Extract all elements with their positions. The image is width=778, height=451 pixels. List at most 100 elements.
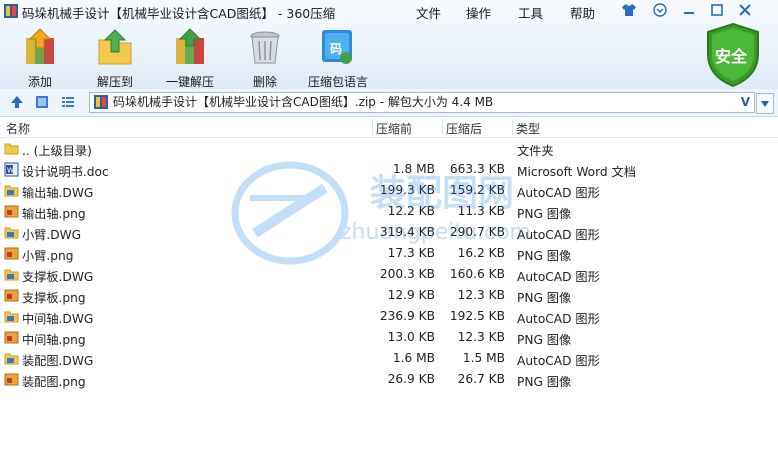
png-image-icon: [4, 247, 19, 260]
menu-operate[interactable]: 操作: [466, 3, 491, 22]
skin-tshirt-icon[interactable]: [619, 2, 639, 18]
file-name: 中间轴.DWG: [22, 312, 94, 326]
list-item[interactable]: 输出轴.DWG 199.3 KB 159.2 KB AutoCAD 图形: [0, 180, 778, 201]
file-type: AutoCAD 图形: [517, 270, 600, 284]
dropdown-arrow-icon[interactable]: [650, 2, 670, 18]
list-item[interactable]: 支撑板.png 12.9 KB 12.3 KB PNG 图像: [0, 285, 778, 306]
file-name: .. (上级目录): [22, 144, 92, 158]
extract-to-button[interactable]: 解压到: [85, 28, 145, 90]
list-item[interactable]: 装配图.png 26.9 KB 26.7 KB PNG 图像: [0, 369, 778, 390]
list-item[interactable]: 小臂.png 17.3 KB 16.2 KB PNG 图像: [0, 243, 778, 264]
file-list: .. (上级目录) 文件夹 W 设计说明书.doc 1.8 MB 663.3 K…: [0, 138, 778, 390]
extract-to-icon: [98, 29, 132, 65]
file-type: PNG 图像: [517, 249, 572, 263]
file-type: AutoCAD 图形: [517, 228, 600, 242]
dwg-file-icon: [4, 311, 19, 323]
one-click-extract-button[interactable]: 一键解压: [160, 28, 220, 90]
svg-text:W: W: [7, 167, 14, 175]
chevron-down-icon: [761, 100, 769, 107]
list-item[interactable]: 中间轴.png 13.0 KB 12.3 KB PNG 图像: [0, 327, 778, 348]
png-image-icon: [4, 373, 19, 386]
app-logo-icon: [4, 4, 18, 18]
delete-label: 删除: [252, 75, 277, 89]
maximize-icon[interactable]: [707, 2, 727, 18]
file-name: 装配图.png: [22, 375, 86, 389]
dwg-file-icon: [4, 353, 19, 365]
up-arrow-icon[interactable]: [9, 94, 25, 110]
file-packed: 160.6 KB: [449, 267, 505, 281]
file-size: 200.3 KB: [379, 267, 435, 281]
column-name[interactable]: 名称: [6, 120, 30, 137]
menu-help[interactable]: 帮助: [570, 3, 595, 22]
menu-tools[interactable]: 工具: [518, 3, 543, 22]
list-item-parent-dir[interactable]: .. (上级目录) 文件夹: [0, 138, 778, 159]
file-type: AutoCAD 图形: [517, 354, 600, 368]
list-item[interactable]: 小臂.DWG 319.4 KB 290.7 KB AutoCAD 图形: [0, 222, 778, 243]
png-image-icon: [4, 331, 19, 344]
path-chevron[interactable]: V: [741, 93, 750, 112]
png-image-icon: [4, 205, 19, 218]
file-name: 支撑板.DWG: [22, 270, 94, 284]
archive-language-button[interactable]: 压缩包语言: [308, 28, 368, 90]
file-size: 26.9 KB: [387, 372, 435, 386]
minimize-icon[interactable]: [679, 2, 699, 18]
word-doc-icon: W: [4, 162, 19, 177]
file-packed: 663.3 KB: [449, 162, 505, 176]
window-title: 码垛机械手设计【机械毕业设计含CAD图纸】 - 360压缩: [22, 6, 336, 21]
file-size: 1.8 MB: [392, 162, 435, 176]
file-type: PNG 图像: [517, 375, 572, 389]
file-type: PNG 图像: [517, 291, 572, 305]
add-label: 添加: [27, 75, 52, 89]
security-badge: 安全: [715, 47, 748, 66]
file-packed: 11.3 KB: [457, 204, 505, 218]
dwg-file-icon: [4, 269, 19, 281]
file-name: 装配图.DWG: [22, 354, 94, 368]
file-size: 319.4 KB: [379, 225, 435, 239]
close-icon[interactable]: [735, 2, 755, 18]
file-name: 支撑板.png: [22, 291, 86, 305]
extract-to-label: 解压到: [96, 75, 133, 89]
file-packed: 290.7 KB: [449, 225, 505, 239]
top-chrome: 码垛机械手设计【机械毕业设计含CAD图纸】 - 360压缩 文件 操作 工具 帮…: [0, 0, 778, 90]
list-item[interactable]: 支撑板.DWG 200.3 KB 160.6 KB AutoCAD 图形: [0, 264, 778, 285]
file-type: Microsoft Word 文档: [517, 165, 636, 179]
list-item[interactable]: W 设计说明书.doc 1.8 MB 663.3 KB Microsoft Wo…: [0, 159, 778, 180]
file-size: 199.3 KB: [379, 183, 435, 197]
archive-language-label: 压缩包语言: [308, 75, 369, 89]
column-divider[interactable]: [442, 119, 443, 135]
list-item[interactable]: 中间轴.DWG 236.9 KB 192.5 KB AutoCAD 图形: [0, 306, 778, 327]
file-packed: 159.2 KB: [449, 183, 505, 197]
dwg-file-icon: [4, 227, 19, 239]
file-name: 小臂.DWG: [22, 228, 82, 242]
list-item[interactable]: 装配图.DWG 1.6 MB 1.5 MB AutoCAD 图形: [0, 348, 778, 369]
column-divider[interactable]: [372, 119, 373, 135]
zip-archive-icon: [94, 95, 108, 109]
file-name: 小臂.png: [22, 249, 74, 263]
path-dropdown-button[interactable]: [756, 93, 774, 114]
folder-icon: [4, 143, 19, 155]
file-type: 文件夹: [517, 144, 554, 158]
add-button[interactable]: 添加: [10, 28, 70, 90]
add-archive-icon: [26, 28, 54, 64]
delete-button[interactable]: 删除: [235, 28, 295, 90]
file-size: 17.3 KB: [387, 246, 435, 260]
column-packed[interactable]: 压缩前: [376, 120, 412, 137]
menu-file[interactable]: 文件: [416, 3, 441, 22]
column-type[interactable]: 类型: [516, 120, 540, 137]
column-divider[interactable]: [512, 119, 513, 135]
file-size: 236.9 KB: [379, 309, 435, 323]
path-text: 码垛机械手设计【机械毕业设计含CAD图纸】.zip - 解包大小为 4.4 MB: [113, 95, 494, 109]
file-packed: 26.7 KB: [457, 372, 505, 386]
column-unpacked[interactable]: 压缩后: [446, 120, 482, 137]
file-size: 12.2 KB: [387, 204, 435, 218]
file-packed: 12.3 KB: [457, 288, 505, 302]
one-click-extract-label: 一键解压: [165, 75, 214, 89]
file-type: AutoCAD 图形: [517, 186, 600, 200]
list-item[interactable]: 输出轴.png 12.2 KB 11.3 KB PNG 图像: [0, 201, 778, 222]
file-name: 设计说明书.doc: [22, 165, 109, 179]
path-field[interactable]: 码垛机械手设计【机械毕业设计含CAD图纸】.zip - 解包大小为 4.4 MB…: [89, 92, 755, 113]
thumbnail-view-icon[interactable]: [34, 94, 50, 110]
one-click-extract-icon: [176, 28, 204, 64]
dwg-file-icon: [4, 185, 19, 197]
list-view-icon[interactable]: [60, 94, 76, 110]
